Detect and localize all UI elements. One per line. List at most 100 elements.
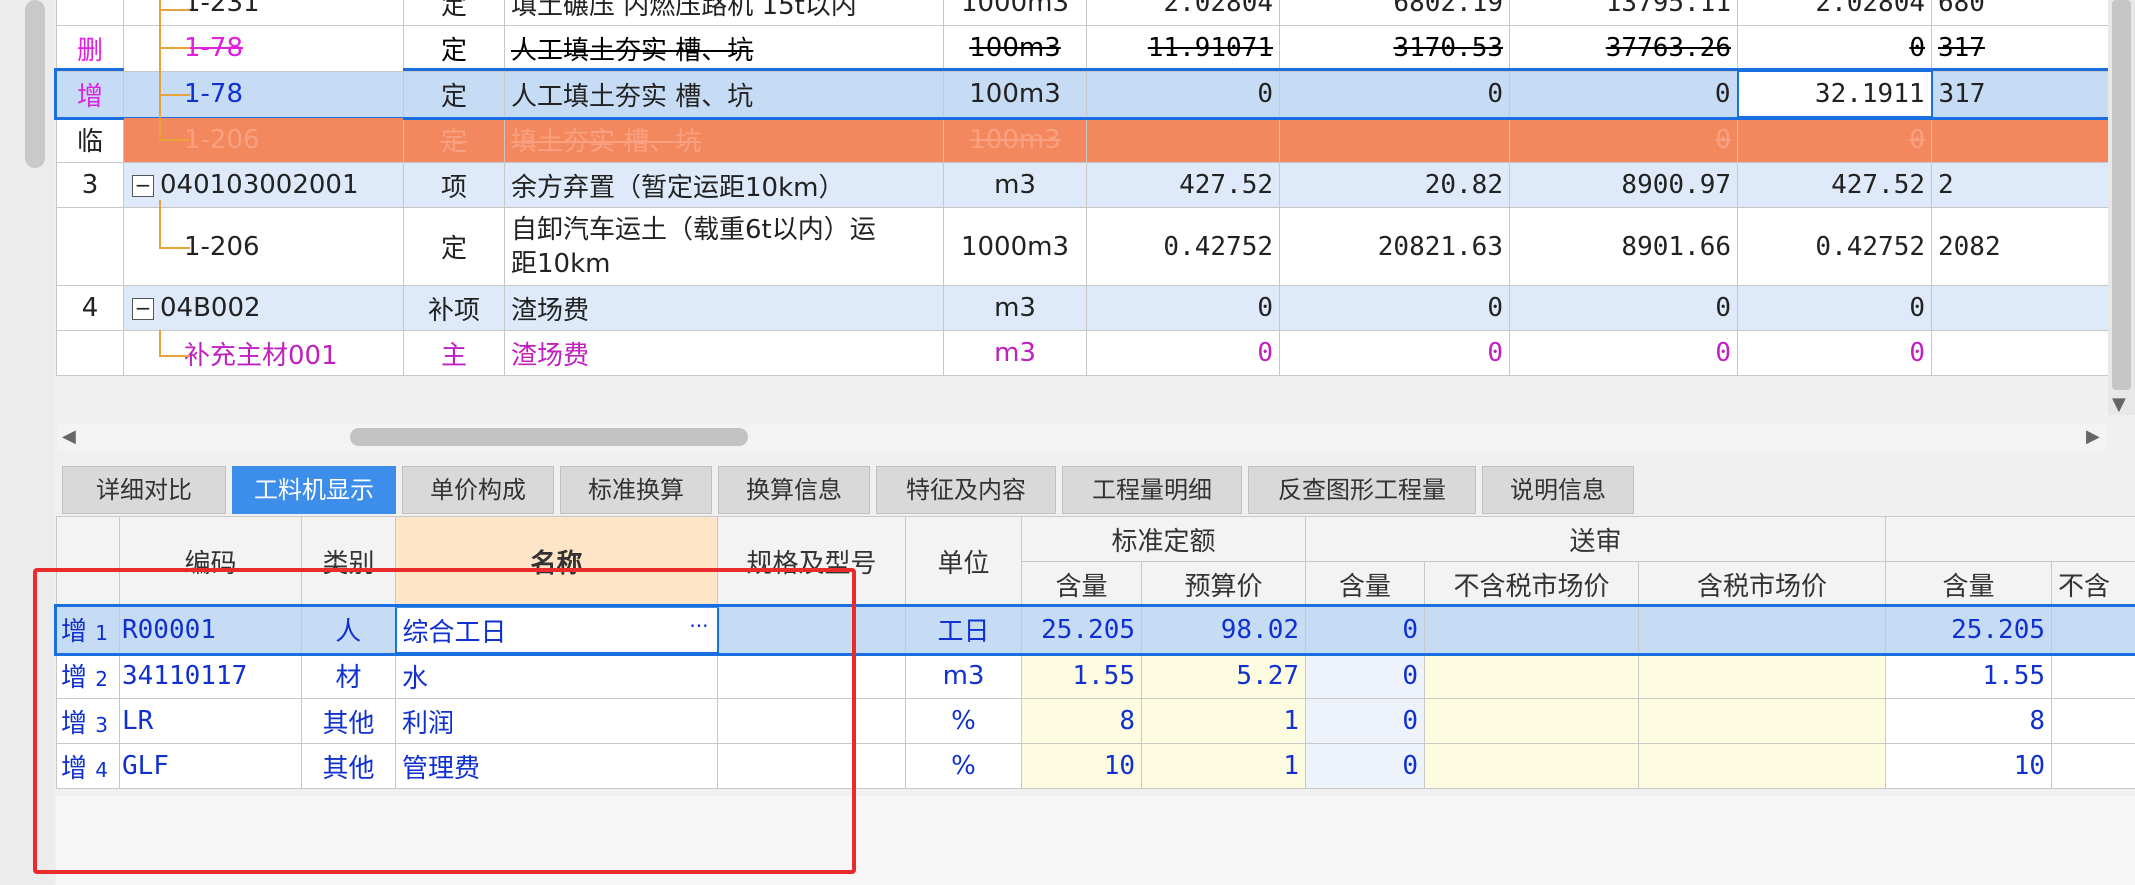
row-v2: 0 [1279, 70, 1510, 118]
row-v5: 2082 [1931, 207, 2109, 286]
row-review-qty[interactable]: 0 [1305, 606, 1426, 654]
tab-features[interactable]: 特征及内容 [876, 466, 1056, 514]
tab-standard-conversion[interactable]: 标准换算 [560, 466, 712, 514]
row-review-tax[interactable] [1638, 652, 1887, 699]
header-std-price[interactable]: 预算价 [1140, 561, 1307, 607]
row-review-qty[interactable]: 0 [1305, 698, 1426, 744]
table-row-temporary[interactable]: 临 1-206 定 填土夯实 槽、坑 100m3 0 0 [56, 116, 2109, 163]
row-code[interactable]: 1-206 [123, 207, 404, 286]
tab-unit-price[interactable]: 单价构成 [402, 466, 554, 514]
tab-labor-material-machine[interactable]: 工料机显示 [232, 466, 396, 514]
row-unit: 1000m3 [943, 0, 1087, 26]
code-text: 1-206 [184, 231, 260, 262]
row-review-qty[interactable]: 0 [1305, 743, 1426, 789]
tab-reverse-graphic[interactable]: 反查图形工程量 [1248, 466, 1476, 514]
row-code[interactable]: 1-206 [123, 116, 404, 163]
row-number: 4 [56, 285, 124, 331]
scroll-left-arrow-icon[interactable]: ◀ [62, 426, 76, 447]
row-code[interactable]: 补充主材001 [123, 330, 404, 376]
table-row-material[interactable]: 补充主材001 主 渣场费 m3 0 0 0 0 [56, 330, 2109, 376]
row-qty-2[interactable]: 25.205 [1885, 606, 2053, 654]
row-v1: 427.52 [1086, 162, 1280, 208]
row-std-price[interactable]: 98.02 [1140, 606, 1307, 654]
left-scrollbar-thumb[interactable] [25, 0, 45, 168]
scroll-right-arrow-icon[interactable]: ▶ [2086, 426, 2100, 447]
tab-conversion-info[interactable]: 换算信息 [718, 466, 870, 514]
header-notax-2[interactable]: 不含 [2051, 561, 2135, 607]
row-unit: m3 [943, 162, 1087, 208]
row-number [56, 207, 124, 286]
row-v4: 0 [1737, 285, 1932, 331]
tab-detail-compare[interactable]: 详细对比 [62, 466, 226, 514]
row-qty-2[interactable]: 10 [1885, 743, 2053, 789]
row-review-tax[interactable] [1638, 606, 1887, 654]
header-qty-2[interactable]: 含量 [1885, 561, 2053, 607]
header-standard-quota: 标准定额 [1020, 516, 1307, 562]
row-std-qty[interactable]: 10 [1021, 743, 1142, 789]
table-row-deleted[interactable]: 删 1-78 定 人工填土夯实 槽、坑 100m3 11.91071 3170.… [56, 25, 2109, 72]
row-status: 增 [56, 70, 124, 118]
row-unit[interactable]: 工日 [905, 606, 1022, 654]
row-name: 填土碾压 内燃压路机 15t以内 [504, 0, 944, 26]
row-v1: 0 [1086, 70, 1280, 118]
row-unit[interactable]: m3 [905, 652, 1022, 699]
row-v4-edit-cell[interactable]: 32.1911 [1736, 70, 1933, 118]
row-name-line2: 距10km [511, 248, 611, 279]
row-review-tax[interactable] [1638, 743, 1887, 789]
horizontal-scrollbar-thumb[interactable] [350, 428, 748, 446]
row-unit: m3 [943, 285, 1087, 331]
row-unit[interactable]: % [905, 743, 1022, 789]
tab-description[interactable]: 说明信息 [1482, 466, 1634, 514]
row-std-price[interactable]: 1 [1140, 698, 1307, 744]
row-number [56, 330, 124, 376]
row-review-notax[interactable] [1424, 606, 1640, 654]
bill-table: 1-231 定 填土碾压 内燃压路机 15t以内 1000m3 2.02804 … [53, 0, 2112, 376]
row-notax-2[interactable] [2051, 743, 2135, 789]
row-code[interactable]: −04B002 [123, 285, 404, 331]
header-review-tax[interactable]: 含税市场价 [1638, 561, 1887, 607]
row-std-qty[interactable]: 25.205 [1021, 606, 1142, 654]
row-v2: 3170.53 [1279, 25, 1510, 72]
row-v1 [1086, 116, 1280, 163]
header-review-notax[interactable]: 不含税市场价 [1424, 561, 1640, 607]
row-name-line1: 自卸汽车运土（载重6t以内）运 [511, 214, 876, 245]
row-v5: 317 [1931, 70, 2109, 118]
row-code[interactable]: −040103002001 [123, 162, 404, 208]
row-notax-2[interactable] [2051, 698, 2135, 744]
row-qty-2[interactable]: 8 [1885, 698, 2053, 744]
table-row-selected[interactable]: 增 1-78 定 人工填土夯实 槽、坑 100m3 0 0 0 32.1911 … [53, 68, 2112, 120]
row-std-price[interactable]: 5.27 [1140, 652, 1307, 699]
table-row-item[interactable]: 4 −04B002 补项 渣场费 m3 0 0 0 0 [56, 285, 2109, 331]
vertical-scrollbar-thumb[interactable] [2112, 0, 2131, 390]
row-unit[interactable]: % [905, 698, 1022, 744]
row-std-price[interactable]: 1 [1140, 743, 1307, 789]
table-row-item[interactable]: 3 −040103002001 项 余方弃置（暂定运距10km） m3 427.… [56, 162, 2109, 208]
tab-quantity-detail[interactable]: 工程量明细 [1062, 466, 1242, 514]
table-row[interactable]: 1-206 定 自卸汽车运土（载重6t以内）运 距10km 1000m3 0.42… [56, 207, 2109, 286]
row-review-qty[interactable]: 0 [1305, 652, 1426, 699]
row-name: 余方弃置（暂定运距10km） [504, 162, 944, 208]
row-code[interactable]: 1-78 [123, 25, 404, 72]
row-code[interactable]: 1-78 [123, 70, 404, 118]
row-name: 自卸汽车运土（载重6t以内）运 距10km [504, 207, 944, 286]
table-row[interactable]: 1-231 定 填土碾压 内燃压路机 15t以内 1000m3 2.02804 … [56, 0, 2109, 26]
row-std-qty[interactable]: 1.55 [1021, 652, 1142, 699]
collapse-icon[interactable]: − [132, 297, 154, 320]
row-qty-2[interactable]: 1.55 [1885, 652, 2053, 699]
header-review-qty[interactable]: 含量 [1305, 561, 1426, 607]
row-std-qty[interactable]: 8 [1021, 698, 1142, 744]
row-review-tax[interactable] [1638, 698, 1887, 744]
scroll-down-arrow-icon[interactable]: ▼ [2112, 394, 2126, 415]
header-std-qty[interactable]: 含量 [1021, 561, 1142, 607]
row-notax-2[interactable] [2051, 652, 2135, 699]
row-review-notax[interactable] [1424, 698, 1640, 744]
row-code[interactable]: 1-231 [123, 0, 404, 26]
header-unit[interactable]: 单位 [905, 516, 1022, 607]
collapse-icon[interactable]: − [132, 174, 154, 197]
row-review-notax[interactable] [1424, 743, 1640, 789]
header-review: 送审 [1305, 516, 1887, 562]
row-type: 定 [403, 25, 505, 72]
row-name: 人工填土夯实 槽、坑 [504, 25, 944, 72]
row-notax-2[interactable] [2051, 606, 2135, 654]
row-review-notax[interactable] [1424, 652, 1640, 699]
